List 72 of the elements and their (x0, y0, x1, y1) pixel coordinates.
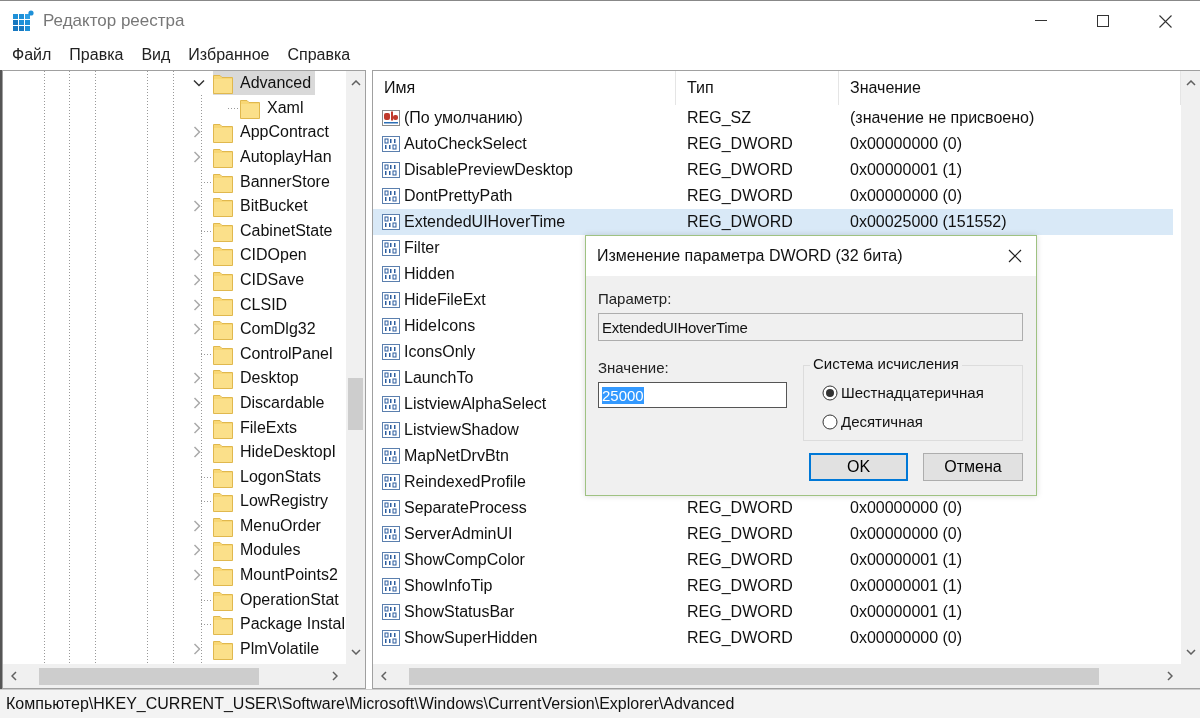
node-label: CIDSave (240, 270, 305, 289)
name-cell: ReindexedProfile (404, 472, 526, 491)
name-cell: MapNetDrvBtn (404, 446, 509, 465)
type-cell: REG_DWORD (687, 134, 793, 153)
node-label: Xaml (267, 98, 304, 117)
node-label: PlmVolatile (240, 639, 320, 658)
node-label: Advanced (240, 74, 312, 93)
name-cell: DontPrettyPath (404, 186, 513, 205)
value-cell: 0x00000000 (0) (850, 628, 963, 647)
value-cell: 0x00000000 (0) (850, 186, 963, 205)
node-label: AutoplayHan (240, 148, 332, 166)
type-cell: REG_DWORD (687, 160, 793, 179)
node-label: BannerStore (240, 172, 330, 191)
name-cell: ShowCompColor (404, 550, 525, 569)
node-label: FileExts (240, 418, 297, 437)
node-label: MountPoints2 (240, 566, 338, 585)
type-cell: REG_DWORD (687, 524, 793, 543)
name-cell: (По умолчанию) (404, 108, 523, 127)
node-label: OperationStat (240, 590, 339, 609)
value-cell: 0x00000001 (1) (850, 550, 963, 569)
node-label: MenuOrder (240, 516, 321, 535)
name-cell: IconsOnly (404, 342, 476, 361)
node-label: CLSID (240, 295, 288, 314)
node-label: CIDOpen (240, 246, 307, 265)
dialog-title: Изменение параметра DWORD (32 бита) (597, 247, 903, 265)
window-title: Редактор реестра (43, 11, 185, 32)
name-cell: ServerAdminUI (404, 524, 513, 543)
type-cell: REG_SZ (687, 108, 751, 127)
type-cell: REG_DWORD (687, 212, 793, 231)
node-label: CabinetState (240, 221, 333, 240)
value-cell: 0x00000000 (0) (850, 498, 963, 517)
name-cell: ListviewShadow (404, 420, 519, 439)
node-label: Desktop (240, 369, 299, 388)
value-cell: 0x00000000 (0) (850, 134, 963, 153)
node-label: Modules (240, 541, 301, 560)
name-cell: Filter (404, 238, 440, 257)
node-label: Discardable (240, 393, 325, 412)
field-label: Значение: (598, 359, 670, 376)
name-cell: ShowSuperHidden (404, 628, 538, 647)
node-label: ComDlg32 (240, 320, 316, 339)
value-cell: (значение не присвоено) (850, 108, 1035, 127)
value-cell: 0x00000000 (0) (850, 524, 963, 543)
value-cell: 0x00025000 (151552) (850, 212, 1007, 231)
value-cell: 0x00000001 (1) (850, 576, 963, 595)
name-cell: Hidden (404, 264, 455, 283)
name-cell: HideIcons (404, 316, 476, 335)
name-cell: SeparateProcess (404, 498, 527, 517)
node-label: LowRegistry (240, 492, 329, 511)
node-label: BitBucket (240, 197, 308, 216)
value-cell: 0x00000001 (1) (850, 160, 963, 179)
node-label: ControlPanel (240, 344, 333, 363)
node-label: HideDesktopI (240, 443, 337, 462)
name-cell: ShowInfoTip (404, 576, 493, 595)
name-cell: AutoCheckSelect (404, 134, 527, 153)
type-cell: REG_DWORD (687, 628, 793, 647)
name-cell: LaunchTo (404, 368, 474, 387)
status-path: Компьютер\HKEY_CURRENT_USER\Software\Microsoft\Windows\CurrentVersion\Explorer\Advanced (6, 695, 735, 713)
name-cell: ExtendedUIHoverTime (404, 212, 566, 231)
name-cell: ListviewAlphaSelect (404, 394, 547, 413)
node-label: LogonStats (240, 467, 321, 486)
name-cell: DisablePreviewDesktop (404, 160, 573, 179)
name-cell: ShowStatusBar (404, 602, 515, 621)
name-cell: HideFileExt (404, 290, 486, 309)
node-label: AppContract (240, 123, 329, 142)
type-cell: REG_DWORD (687, 498, 793, 517)
field-label: Параметр: (598, 290, 673, 307)
value-cell: 0x00000001 (1) (850, 602, 963, 621)
type-cell: REG_DWORD (687, 550, 793, 569)
node-label: Package Instal (240, 615, 345, 634)
type-cell: REG_DWORD (687, 576, 793, 595)
type-cell: REG_DWORD (687, 602, 793, 621)
type-cell: REG_DWORD (687, 186, 793, 205)
